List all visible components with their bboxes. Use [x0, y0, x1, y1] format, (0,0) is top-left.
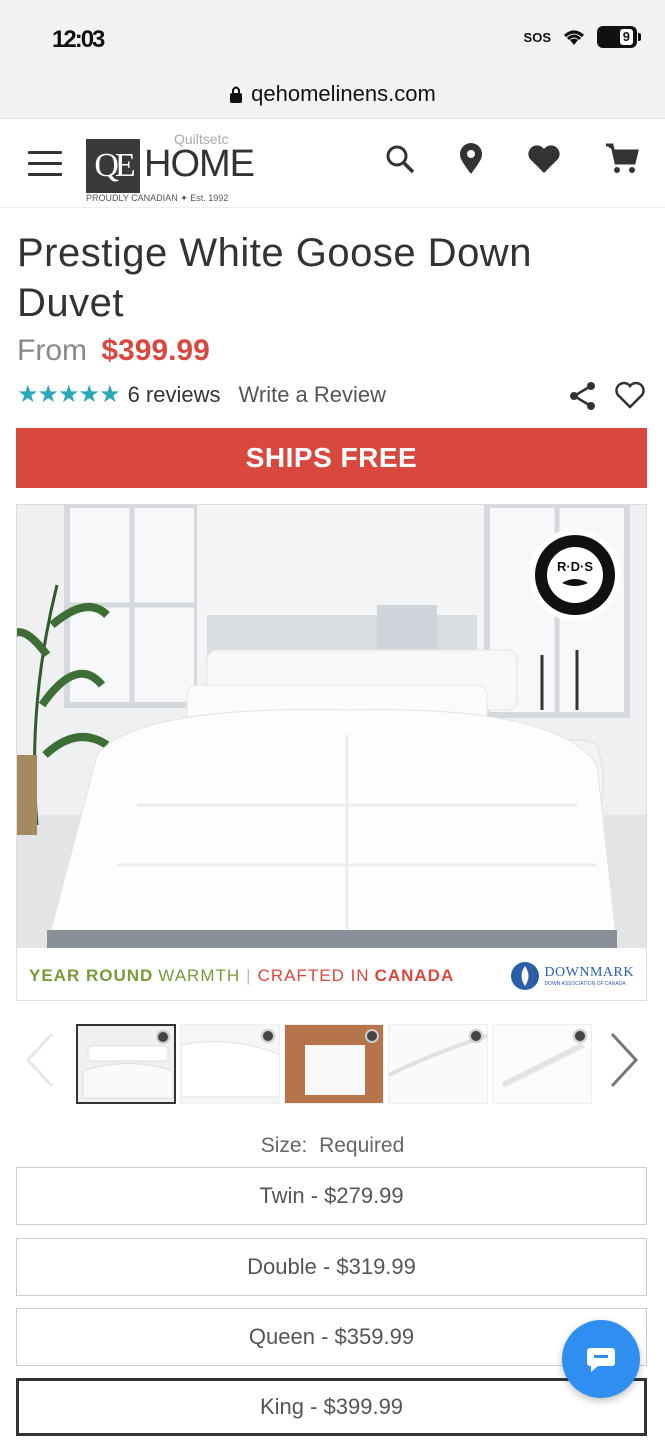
reviews-link[interactable]: 6 reviews [128, 382, 221, 408]
svg-text:R·D·S: R·D·S [557, 559, 593, 574]
status-time: 12:03 [52, 26, 105, 53]
rds-certified-badge: R·D·S [529, 529, 621, 621]
star-rating-icon[interactable]: ★★★★★ [17, 380, 121, 409]
cart-icon[interactable] [605, 143, 639, 175]
ships-free-banner: SHIPS FREE [16, 428, 647, 488]
logo-tagline: PROUDLY CANADIAN ✦ Est. 1992 [86, 193, 229, 203]
url-bar[interactable]: qehomelinens.com [0, 70, 665, 118]
url-text: qehomelinens.com [251, 81, 436, 106]
thumbnail-badge-icon [469, 1029, 483, 1043]
size-label-text: Size: [260, 1134, 308, 1157]
location-pin-icon[interactable] [459, 143, 483, 175]
search-icon[interactable] [385, 144, 415, 174]
battery-level: 9 [619, 29, 633, 45]
price-value: $399.99 [101, 334, 210, 367]
thumbnail-3[interactable] [284, 1024, 384, 1104]
wishlist-heart-icon[interactable] [614, 380, 646, 410]
header-icons [385, 143, 639, 175]
product-title: Prestige White Goose Down Duvet [17, 231, 532, 325]
chat-bubble-icon [587, 1348, 615, 1372]
downmark-text: DOWNMARK [544, 965, 634, 980]
write-review-link[interactable]: Write a Review [239, 382, 387, 408]
thumbnail-badge-icon [261, 1029, 275, 1043]
chat-button[interactable] [562, 1320, 640, 1398]
share-icon[interactable] [568, 380, 598, 412]
product-main-image[interactable]: R·D·S YEAR ROUND WARMTH | CRAFTED IN CAN… [16, 504, 647, 1001]
caption-separator: | [246, 966, 252, 985]
size-option-twin[interactable]: Twin - $279.99 [16, 1167, 647, 1225]
thumbnail-badge-icon [573, 1029, 587, 1043]
thumbnail-strip [0, 1024, 665, 1106]
caption-warmth: WARMTH [158, 966, 241, 985]
thumbnail-badge-icon [156, 1030, 170, 1044]
rating-row: ★★★★★ 6 reviews Write a Review [17, 380, 386, 409]
battery-icon: 9 [597, 26, 641, 48]
downmark-logo: DOWNMARK DOWN ASSOCIATION OF CANADA [510, 961, 634, 991]
price-row: From $399.99 [17, 334, 210, 368]
size-option-queen[interactable]: Queen - $359.99 [16, 1308, 647, 1366]
caption-crafted-in: CRAFTED IN [257, 966, 370, 985]
thumbnail-2[interactable] [180, 1024, 280, 1104]
logo-home: HOME [144, 143, 255, 185]
chevron-right-icon[interactable] [606, 1030, 642, 1090]
downmark-subtext: DOWN ASSOCIATION OF CANADA [544, 981, 626, 987]
thumbnail-4[interactable] [388, 1024, 488, 1104]
heart-icon[interactable] [527, 144, 561, 174]
downmark-icon [511, 962, 540, 990]
thumbnail-1[interactable] [76, 1024, 176, 1104]
size-required-text: Required [319, 1134, 405, 1157]
status-icons: SOS 9 [523, 26, 641, 48]
thumbnail-5[interactable] [492, 1024, 592, 1104]
sos-indicator: SOS [523, 29, 551, 45]
size-label: Size: Required [0, 1134, 665, 1158]
thumbnail-badge-icon [365, 1029, 379, 1043]
site-header: QE Quiltsetc HOME PROUDLY CANADIAN ✦ Est… [0, 118, 665, 208]
status-bar: 12:03 SOS 9 [0, 0, 665, 70]
size-option-king[interactable]: King - $399.99 [16, 1378, 647, 1436]
logo-mark: QE [86, 139, 140, 193]
wifi-icon [564, 30, 584, 45]
size-option-double[interactable]: Double - $319.99 [16, 1238, 647, 1296]
lock-icon [230, 86, 243, 103]
menu-icon[interactable] [28, 151, 62, 177]
site-logo[interactable]: QE Quiltsetc HOME PROUDLY CANADIAN ✦ Est… [86, 129, 256, 203]
caption-year-round: YEAR ROUND [29, 966, 154, 985]
caption-canada: CANADA [374, 966, 455, 985]
price-prefix: From [17, 334, 87, 367]
bedroom-photo: R·D·S [17, 505, 646, 948]
